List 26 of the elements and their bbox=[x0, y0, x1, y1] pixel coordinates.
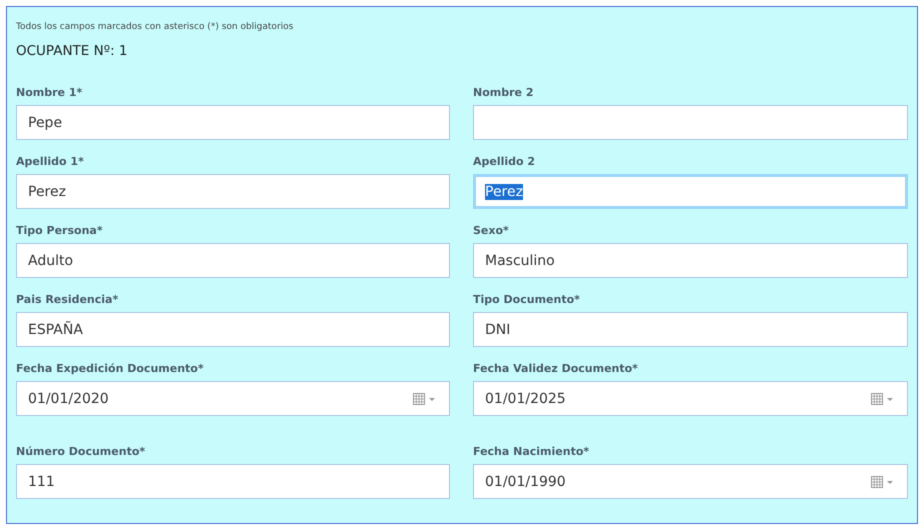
date-field[interactable]: 01/01/2025 bbox=[473, 381, 908, 416]
input-field[interactable]: Perez bbox=[16, 174, 450, 209]
input-field[interactable]: ESPAÑA bbox=[16, 312, 450, 347]
field-label: Nombre 1* bbox=[16, 86, 84, 99]
input-field[interactable] bbox=[473, 105, 908, 140]
field-label: Tipo Documento* bbox=[473, 293, 581, 306]
input-field[interactable]: Masculino bbox=[473, 243, 908, 278]
input-field[interactable]: 111 bbox=[16, 464, 450, 499]
field-label: Fecha Nacimiento* bbox=[473, 445, 590, 458]
field-label: Fecha Expedición Documento* bbox=[16, 362, 205, 375]
input-field[interactable]: Perez bbox=[473, 174, 908, 209]
section-heading: OCUPANTE Nº: 1 bbox=[16, 42, 129, 60]
date-field[interactable]: 01/01/1990 bbox=[473, 464, 908, 499]
field-label: Tipo Persona* bbox=[16, 224, 104, 237]
date-field[interactable]: 01/01/2020 bbox=[16, 381, 450, 416]
input-field[interactable]: Pepe bbox=[16, 105, 450, 140]
field-label: Fecha Validez Documento* bbox=[473, 362, 639, 375]
input-field[interactable]: DNI bbox=[473, 312, 908, 347]
field-label: Sexo* bbox=[473, 224, 510, 237]
field-label: Pais Residencia* bbox=[16, 293, 120, 306]
field-label: Apellido 2 bbox=[473, 155, 536, 168]
field-label: Número Documento* bbox=[16, 445, 146, 458]
required-fields-note: Todos los campos marcados con asterisco (*) son obligatorios bbox=[16, 21, 294, 33]
field-label: Apellido 1* bbox=[16, 155, 85, 168]
field-label: Nombre 2 bbox=[473, 86, 534, 99]
input-field[interactable]: Adulto bbox=[16, 243, 450, 278]
